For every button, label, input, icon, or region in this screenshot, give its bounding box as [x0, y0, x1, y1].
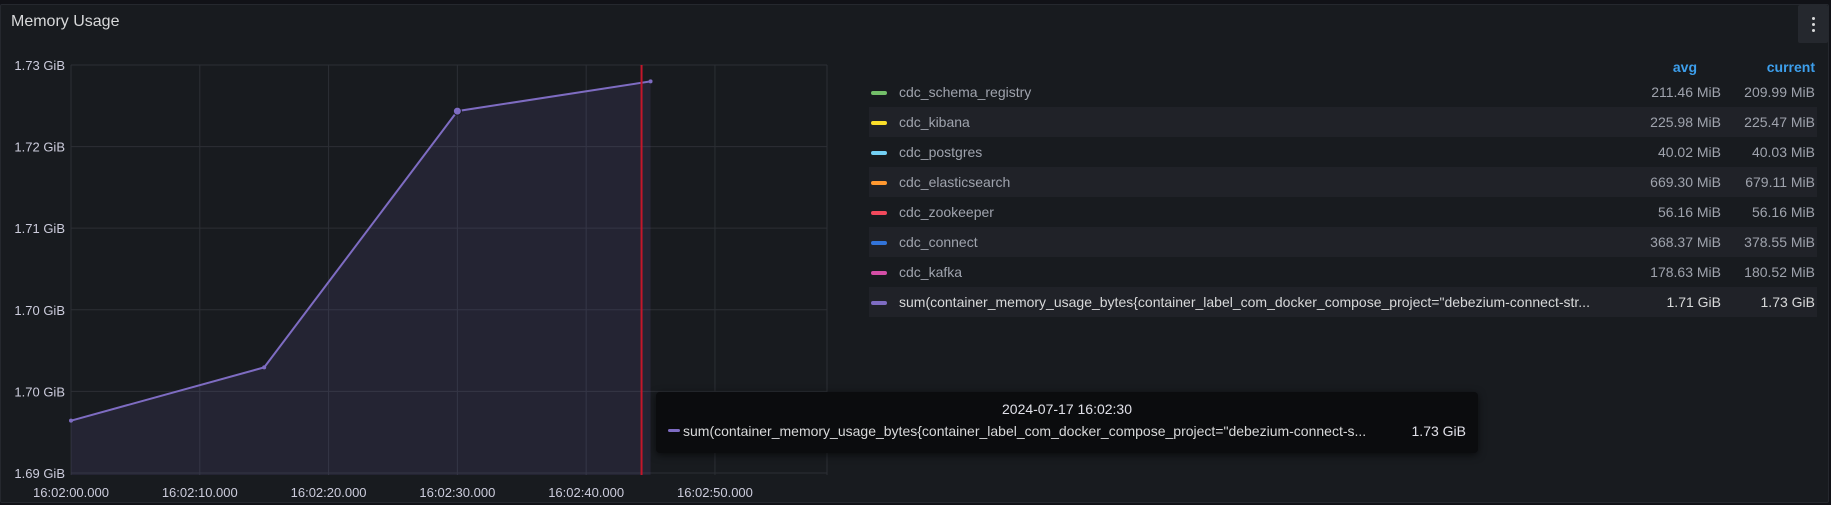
legend-current-value: 1.73 GiB: [1760, 294, 1815, 310]
legend-avg-value: 1.71 GiB: [1666, 294, 1721, 310]
y-tick-label: 1.69 GiB: [14, 466, 65, 481]
series-color-swatch: [871, 211, 887, 215]
legend-current-value: 180.52 MiB: [1744, 264, 1815, 280]
series-area-fill: [71, 81, 651, 476]
legend-header: avg current: [869, 55, 1817, 77]
legend-current-value: 679.11 MiB: [1745, 174, 1815, 190]
legend-table: avg current cdc_schema_registry 211.46 M…: [869, 55, 1817, 317]
legend-row[interactable]: cdc_elasticsearch 669.30 MiB 679.11 MiB: [869, 167, 1817, 197]
series-color-swatch: [871, 271, 887, 275]
x-tick-label: 16:02:40.000: [548, 485, 624, 500]
legend-row[interactable]: sum(container_memory_usage_bytes{contain…: [869, 287, 1817, 317]
legend-header-current[interactable]: current: [1767, 59, 1815, 75]
panel-title: Memory Usage: [11, 13, 120, 30]
data-point: [262, 365, 267, 370]
series-layer: [69, 65, 653, 476]
y-tick-label: 1.73 GiB: [14, 58, 65, 73]
series-color-swatch: [871, 241, 887, 245]
x-tick-label: 16:02:20.000: [291, 485, 367, 500]
legend-avg-value: 368.37 MiB: [1650, 234, 1721, 250]
legend-series-name[interactable]: cdc_kafka: [899, 264, 1619, 280]
legend-current-value: 40.03 MiB: [1751, 144, 1815, 160]
legend-header-avg[interactable]: avg: [1673, 59, 1697, 75]
legend-series-name[interactable]: sum(container_memory_usage_bytes{contain…: [899, 294, 1619, 310]
legend-avg-value: 40.02 MiB: [1657, 144, 1721, 160]
legend-row[interactable]: cdc_postgres 40.02 MiB 40.03 MiB: [869, 137, 1817, 167]
legend-current-value: 56.16 MiB: [1751, 204, 1815, 220]
legend-row[interactable]: cdc_kibana 225.98 MiB 225.47 MiB: [869, 107, 1817, 137]
legend-series-name[interactable]: cdc_schema_registry: [899, 84, 1619, 100]
series-color-swatch: [871, 121, 887, 125]
y-tick-label: 1.70 GiB: [14, 303, 65, 318]
data-point: [69, 418, 73, 423]
series-color-swatch: [871, 151, 887, 155]
data-point: [648, 79, 653, 84]
legend-row[interactable]: cdc_zookeeper 56.16 MiB 56.16 MiB: [869, 197, 1817, 227]
legend-current-value: 378.55 MiB: [1744, 234, 1815, 250]
legend-current-value: 225.47 MiB: [1744, 114, 1815, 130]
memory-usage-panel: Memory Usage 1.73 GiB 1.72 GiB 1.71 GiB 1.7…: [0, 4, 1829, 503]
tooltip-series-swatch: [668, 429, 680, 432]
panel-menu-button[interactable]: [1798, 5, 1828, 43]
legend-row[interactable]: cdc_schema_registry 211.46 MiB 209.99 Mi…: [869, 77, 1817, 107]
x-tick-label: 16:02:10.000: [162, 485, 238, 500]
x-axis: 16:02:00.000 16:02:10.000 16:02:20.000 16:0…: [33, 485, 753, 500]
legend-avg-value: 211.46 MiB: [1651, 84, 1721, 100]
tooltip-value: 1.73 GiB: [1411, 423, 1466, 439]
legend-avg-value: 225.98 MiB: [1650, 114, 1721, 130]
tooltip-series-name: sum(container_memory_usage_bytes{contain…: [683, 423, 1367, 439]
legend-series-name[interactable]: cdc_elasticsearch: [899, 174, 1619, 190]
y-tick-label: 1.71 GiB: [14, 221, 65, 236]
hover-tooltip: 2024-07-17 16:02:30 sum(container_memory…: [656, 392, 1478, 453]
legend-avg-value: 178.63 MiB: [1650, 264, 1721, 280]
legend-series-name[interactable]: cdc_kibana: [899, 114, 1619, 130]
x-tick-label: 16:02:00.000: [33, 485, 109, 500]
legend-row[interactable]: cdc_connect 368.37 MiB 378.55 MiB: [869, 227, 1817, 257]
y-tick-label: 1.70 GiB: [14, 384, 65, 399]
kebab-menu-icon: [1811, 15, 1815, 33]
series-color-swatch: [871, 91, 887, 95]
series-color-swatch: [871, 301, 887, 305]
tooltip-time: 2024-07-17 16:02:30: [1002, 401, 1132, 417]
x-tick-label: 16:02:50.000: [677, 485, 753, 500]
y-axis: 1.73 GiB 1.72 GiB 1.71 GiB 1.70 GiB 1.70 GiB…: [14, 58, 65, 481]
legend-current-value: 209.99 MiB: [1744, 84, 1815, 100]
y-tick-label: 1.72 GiB: [14, 140, 65, 155]
x-tick-label: 16:02:30.000: [419, 485, 495, 500]
series-color-swatch: [871, 181, 887, 185]
legend-avg-value: 56.16 MiB: [1657, 204, 1721, 220]
legend-row[interactable]: cdc_kafka 178.63 MiB 180.52 MiB: [869, 257, 1817, 287]
legend-avg-value: 669.30 MiB: [1650, 174, 1721, 190]
legend-series-name[interactable]: cdc_zookeeper: [899, 204, 1619, 220]
legend-series-name[interactable]: cdc_connect: [899, 234, 1619, 250]
legend-series-name[interactable]: cdc_postgres: [899, 144, 1619, 160]
hover-point: [452, 106, 462, 116]
